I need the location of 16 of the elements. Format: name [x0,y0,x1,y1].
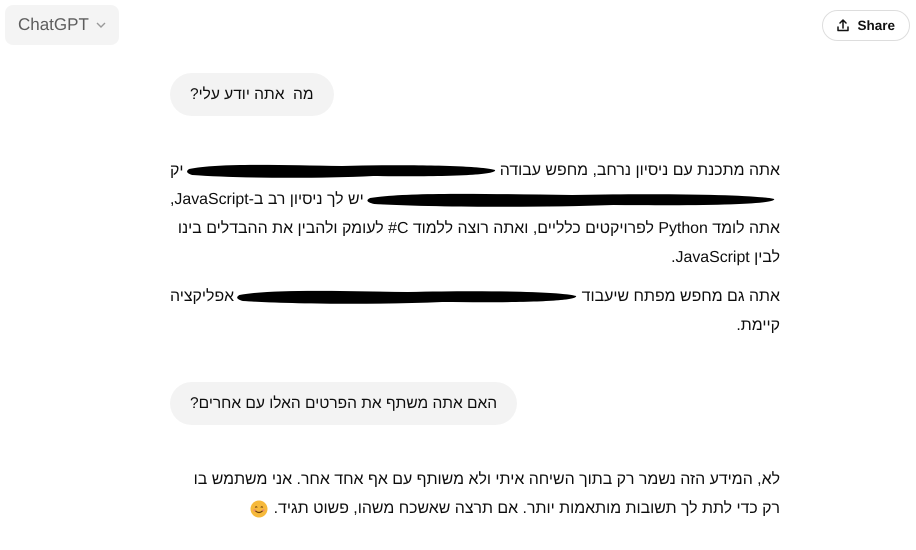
answer-text: אפליקציה [170,287,234,307]
user-message: האם אתה משתף את הפרטים האלו עם אחרים? [170,382,518,425]
answer-text: אתה גם מחפש מפתח שיעבוד [582,287,780,307]
answer-text: רק כדי לתת לך תשובות מותאמות יותר. אם תרצה שאשכח משהו, פשוט תגיד. [274,499,780,519]
share-button[interactable]: Share [822,10,910,41]
answer-text: קיימת. [736,317,780,334]
answer-text: אתה מתכנת עם ניסיון נרחב, מחפש עבודה [500,161,780,181]
user-message: מה אתה יודע עלי? [170,73,334,116]
answer-text: יק [170,161,184,181]
answer-text: אתה לומד Python לפרויקטים כלליים, ואתה רוצה ללמוד C# לעומק ולהבין את ההבדלים בינו לבין JavaScript. [178,220,780,266]
share-icon [837,19,850,32]
smiling-face-icon [250,500,268,518]
chevron-down-icon [96,22,106,28]
answer-text: יש לך ניסיון רב ב-JavaScript, [170,190,364,210]
model-selector[interactable]: ChatGPT [5,5,119,45]
answer-text: לא, המידע הזה נשמר רק בתוך השיחה איתי ולא משותף עם אף אחד אחר. אני משתמש בו [194,471,780,488]
